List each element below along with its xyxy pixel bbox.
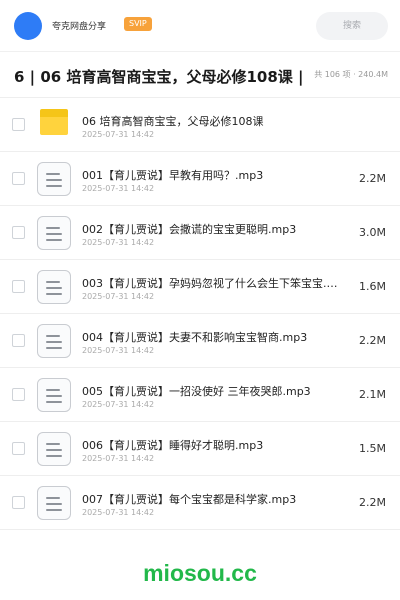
file-size: 2.1M [359,388,386,401]
select-checkbox[interactable] [12,118,25,131]
audio-file-icon [37,216,71,250]
file-date: 2025-07-31 14:42 [82,130,155,139]
file-name: 006【育儿贾说】睡得好才聪明.mp3 [82,439,264,452]
file-name: 003【育儿贾说】孕妈妈忽视了什么会生下笨宝宝.m… [82,277,344,290]
audio-file-icon [37,486,71,520]
file-date: 2025-07-31 14:42 [82,238,155,247]
list-item[interactable]: 006【育儿贾说】睡得好才聪明.mp3 2025-07-31 14:42 1.5… [0,422,400,476]
audio-file-icon [37,324,71,358]
file-name: 007【育儿贾说】每个宝宝都是科学家.mp3 [82,493,297,506]
list-item[interactable]: 004【育儿贾说】夫妻不和影响宝宝智商.mp3 2025-07-31 14:42… [0,314,400,368]
file-name: 005【育儿贾说】一招没使好 三年夜哭郎.mp3 [82,385,311,398]
search-input[interactable]: 搜索 [316,12,388,40]
select-checkbox[interactable] [12,226,25,239]
file-date: 2025-07-31 14:42 [82,184,155,193]
folder-summary: 共 106 项 · 240.4M [314,70,388,79]
select-checkbox[interactable] [12,172,25,185]
file-size: 2.2M [359,334,386,347]
file-date: 2025-07-31 14:42 [82,400,155,409]
app-name: 夸克网盘分享 [52,22,107,32]
file-name: 004【育儿贾说】夫妻不和影响宝宝智商.mp3 [82,331,308,344]
file-size: 2.2M [359,496,386,509]
file-size: 1.5M [359,442,386,455]
audio-file-icon [37,432,71,466]
list-item-folder[interactable]: 06 培育高智商宝宝，父母必修108课 2025-07-31 14:42 [0,98,400,152]
file-date: 2025-07-31 14:42 [82,454,155,463]
list-item[interactable]: 005【育儿贾说】一招没使好 三年夜哭郎.mp3 2025-07-31 14:4… [0,368,400,422]
file-date: 2025-07-31 14:42 [82,346,155,355]
audio-file-icon [37,378,71,412]
site-watermark: miosou.cc [143,560,257,586]
file-date: 2025-07-31 14:42 [82,292,155,301]
avatar[interactable] [14,12,42,40]
top-header: 夸克网盘分享 SVIP 搜索 [0,0,400,52]
file-date: 2025-07-31 14:42 [82,508,155,517]
svip-badge[interactable]: SVIP [124,17,152,31]
file-size: 1.6M [359,280,386,293]
list-item[interactable]: 007【育儿贾说】每个宝宝都是科学家.mp3 2025-07-31 14:42 … [0,476,400,530]
audio-file-icon [37,162,71,196]
folder-icon [40,109,68,135]
audio-file-icon [37,270,71,304]
file-size: 3.0M [359,226,386,239]
select-checkbox[interactable] [12,334,25,347]
list-item[interactable]: 002【育儿贾说】会撒谎的宝宝更聪明.mp3 2025-07-31 14:42 … [0,206,400,260]
select-checkbox[interactable] [12,280,25,293]
file-list: 06 培育高智商宝宝，父母必修108课 2025-07-31 14:42 001… [0,98,400,530]
list-item[interactable]: 003【育儿贾说】孕妈妈忽视了什么会生下笨宝宝.m… 2025-07-31 14… [0,260,400,314]
select-checkbox[interactable] [12,442,25,455]
file-name: 06 培育高智商宝宝，父母必修108课 [82,115,264,128]
page-title: 6 | 06 培育高智商宝宝，父母必修108课 | [14,68,304,86]
select-checkbox[interactable] [12,496,25,509]
file-name: 001【育儿贾说】早教有用吗？.mp3 [82,169,264,182]
folder-title-bar: 6 | 06 培育高智商宝宝，父母必修108课 | 共 106 项 · 240.… [0,52,400,98]
file-size: 2.2M [359,172,386,185]
select-checkbox[interactable] [12,388,25,401]
file-name: 002【育儿贾说】会撒谎的宝宝更聪明.mp3 [82,223,297,236]
list-item[interactable]: 001【育儿贾说】早教有用吗？.mp3 2025-07-31 14:42 2.2… [0,152,400,206]
